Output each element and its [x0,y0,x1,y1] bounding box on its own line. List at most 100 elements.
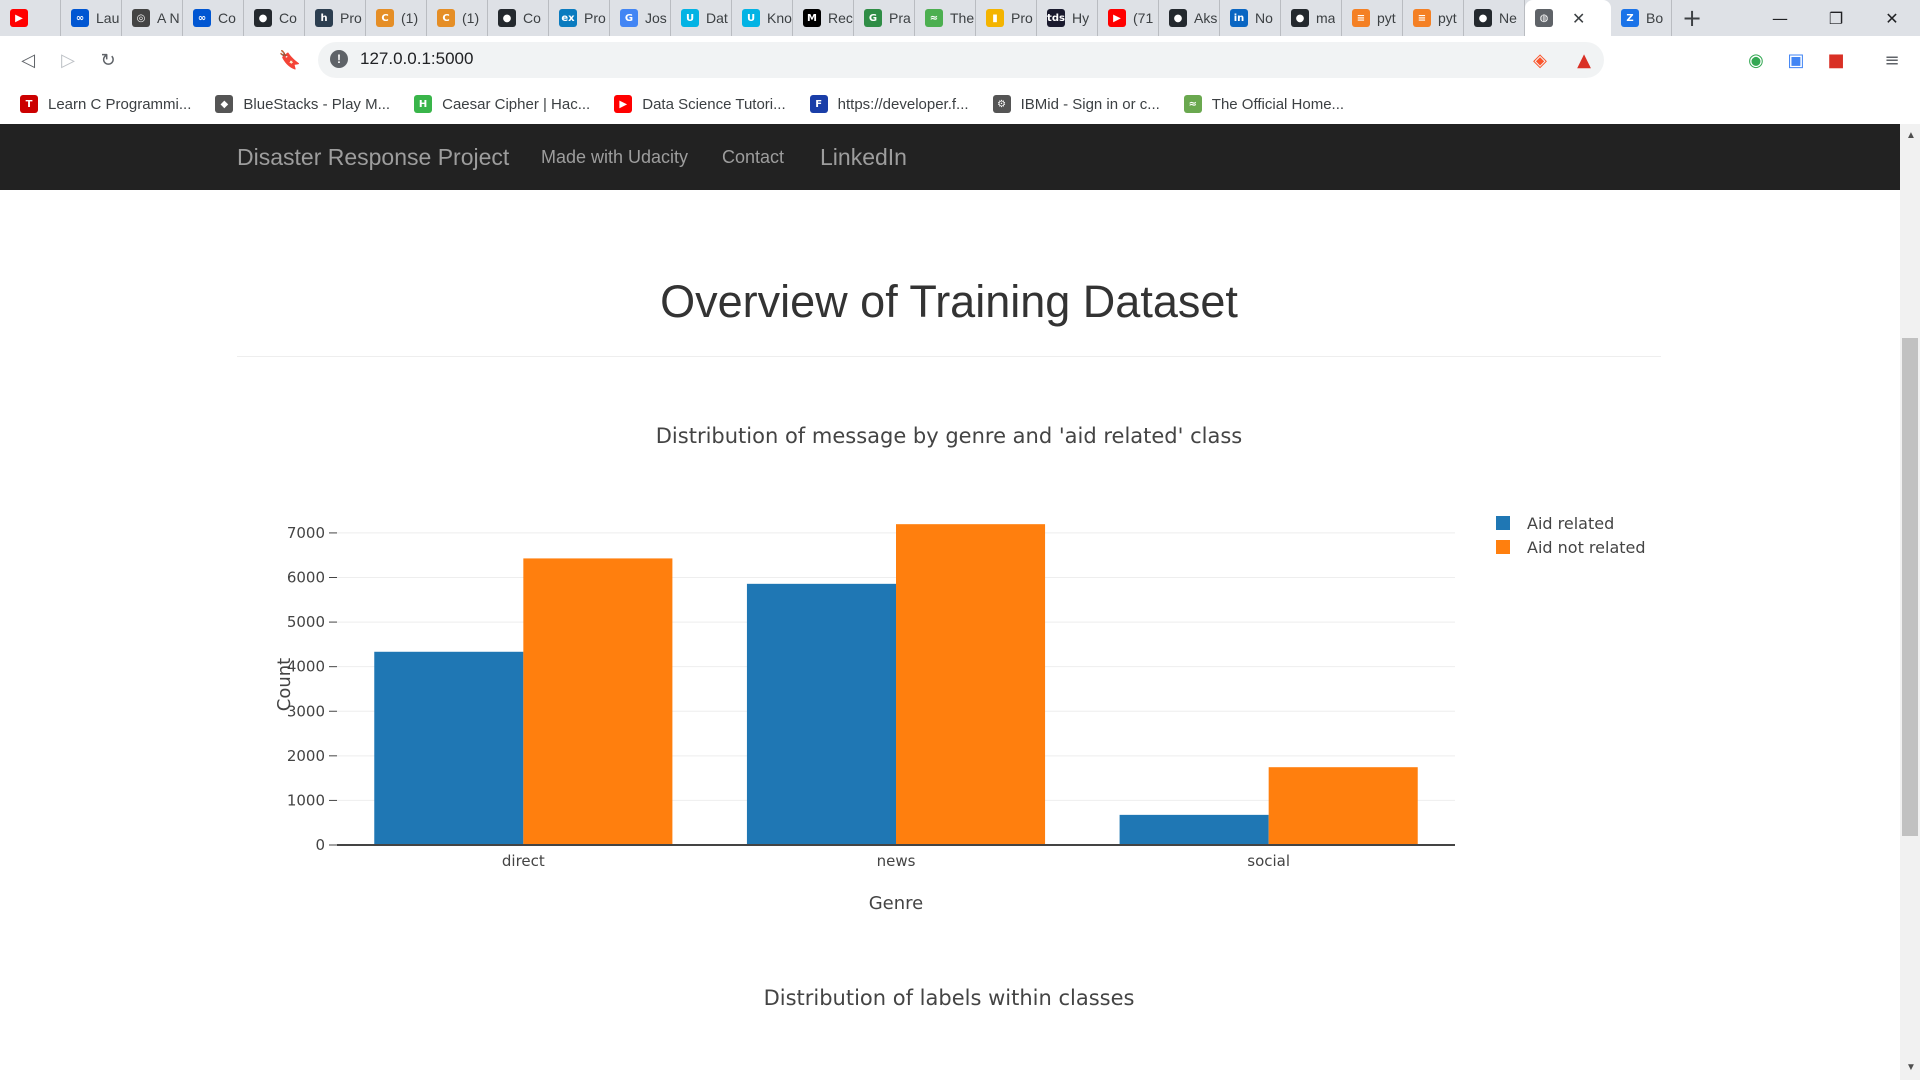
globe-icon: ◍ [1535,9,1553,27]
nav-link-contact[interactable]: Contact [722,124,784,190]
browser-tab[interactable]: C (1) [427,0,488,36]
brave-rewards-icon[interactable]: ▲ [1572,48,1596,72]
browser-tab[interactable]: ex Pro [549,0,610,36]
title-divider [237,356,1661,357]
browser-tab[interactable]: G Jos [610,0,671,36]
youtube-icon: ▶ [10,9,28,27]
back-icon[interactable]: ◁ [16,48,40,72]
browser-tab[interactable]: ≡ pyt [1342,0,1403,36]
forward-icon[interactable]: ▷ [56,48,80,72]
tab-label: Pro [1011,10,1033,26]
ibm-icon: ⚙ [992,95,1011,113]
new-tab-button[interactable]: + [1672,0,1712,36]
bar-social-aid-related [1119,814,1269,845]
bookmark-item[interactable]: Fhttps://developer.f... [809,95,969,113]
browser-tab[interactable]: ▮ Pro [976,0,1037,36]
tab-label: pyt [1377,10,1396,26]
tab-active[interactable]: ◍ ✕ [1525,0,1611,36]
tab-label: Pro [584,10,606,26]
tab-label: Bo [1646,10,1664,26]
bookmark-label: Learn C Programmi... [48,95,192,113]
browser-tab[interactable]: M Rec [793,0,854,36]
google-icon: G [620,9,638,27]
tab-label: Co [279,10,297,26]
nav-link-udacity[interactable]: Made with Udacity [541,124,688,190]
tab-list: ▶ ∞ Lau ◎ A N ∞ Co ● Co h Pro C (1) C (1) ● Co ex Pro G Jos U… [0,0,1672,36]
reload-icon[interactable]: ↻ [96,48,120,72]
bookmark-label: https://developer.f... [837,95,969,113]
bookmark-label: Caesar Cipher | Hac... [442,95,591,113]
scrollbar-thumb[interactable] [1902,338,1918,836]
nav-link-linkedin[interactable]: LinkedIn [820,124,907,190]
browser-tab[interactable]: G Pra [854,0,915,36]
y-tick-label: 4000 [287,658,325,676]
tab-label: (71 [1133,10,1154,26]
hackerrank-icon: h [315,9,333,27]
pdf-extension-icon[interactable]: ■ [1824,48,1848,72]
address-bar[interactable] [318,42,1604,78]
scroll-down-icon[interactable]: ▼ [1906,1062,1916,1073]
coursera-icon: ∞ [71,9,89,27]
menu-icon[interactable]: ≡ [1880,48,1904,72]
tab-label: Pro [340,10,362,26]
browser-tab[interactable]: U Kno [732,0,793,36]
browser-tab[interactable]: C (1) [366,0,427,36]
restore-icon[interactable]: ❐ [1808,0,1864,36]
browser-tab[interactable]: ∞ Lau [61,0,122,36]
facebook-developer-icon: F [809,95,828,113]
tab-label: (1) [462,10,480,26]
browser-tab[interactable]: ● Co [488,0,549,36]
minimize-icon[interactable]: — [1752,0,1808,36]
browser-tab[interactable]: tds Hy [1037,0,1098,36]
bookmark-item[interactable]: ⚙ IBMid - Sign in or c... [992,95,1160,113]
github-icon: ● [254,9,272,27]
github-icon: ● [1291,9,1309,27]
bookmark-item[interactable]: T Learn C Programmi... [20,95,191,113]
bluestacks-icon: ◆ [215,95,234,113]
edx-icon: ex [559,9,577,27]
bookmark-icon[interactable]: 🔖 [278,48,302,72]
bookmarks-bar: T Learn C Programmi... ◆ BlueStacks - Play … [0,84,1920,125]
scroll-up-icon[interactable]: ▲ [1906,130,1916,141]
info-icon[interactable]: ! [330,50,348,68]
bookmark-label: IBMid - Sign in or c... [1020,95,1160,113]
github-icon: ● [1169,9,1187,27]
browser-tab[interactable]: ∞ Co [183,0,244,36]
y-tick-label: 1000 [287,791,325,809]
bookmark-item[interactable]: ◆ BlueStacks - Play M... [215,95,390,113]
tab-label: Pra [889,10,911,26]
x-axis-title: Genre [869,893,924,914]
site-icon: ◎ [132,9,150,27]
browser-tab[interactable]: ≡ pyt [1403,0,1464,36]
tab-label: pyt [1438,10,1457,26]
browser-tab[interactable]: ● Aks [1159,0,1220,36]
coursera-icon: ∞ [193,9,211,27]
bookmark-item[interactable]: H Caesar Cipher | Hac... [414,95,590,113]
browser-tab[interactable]: ≈ The [915,0,976,36]
extension-icon[interactable]: ◉ [1744,48,1768,72]
browser-tab[interactable]: Z Bo [1611,0,1672,36]
browser-tab[interactable]: ● Ne [1464,0,1525,36]
tab-label: ma [1316,10,1336,26]
brave-shield-icon[interactable]: ◈ [1528,48,1552,72]
browser-tab[interactable]: ● Co [244,0,305,36]
browser-tab[interactable]: ▶ [0,0,61,36]
close-tab-icon[interactable]: ✕ [1572,9,1585,28]
browser-tab[interactable]: ● ma [1281,0,1342,36]
tab-label: Kno [767,10,792,26]
chart-icon: ▮ [986,9,1004,27]
legend-label: Aid not related [1527,538,1646,557]
browser-tab[interactable]: ▶ (71 [1098,0,1159,36]
browser-tab[interactable]: ◎ A N [122,0,183,36]
brand-link[interactable]: Disaster Response Project [237,124,509,190]
translate-icon[interactable]: ▣ [1784,48,1808,72]
site-icon: Z [1621,9,1639,27]
bookmark-item[interactable]: ▶ Data Science Tutori... [614,95,786,113]
site-navbar: Disaster Response Project Made with Udac… [0,124,1900,190]
close-window-icon[interactable]: ✕ [1864,0,1920,36]
browser-tab[interactable]: in No [1220,0,1281,36]
browser-tab[interactable]: U Dat [671,0,732,36]
browser-tab[interactable]: h Pro [305,0,366,36]
bookmark-item[interactable]: ≈ The Official Home... [1183,95,1344,113]
x-tick-label: news [877,852,916,870]
